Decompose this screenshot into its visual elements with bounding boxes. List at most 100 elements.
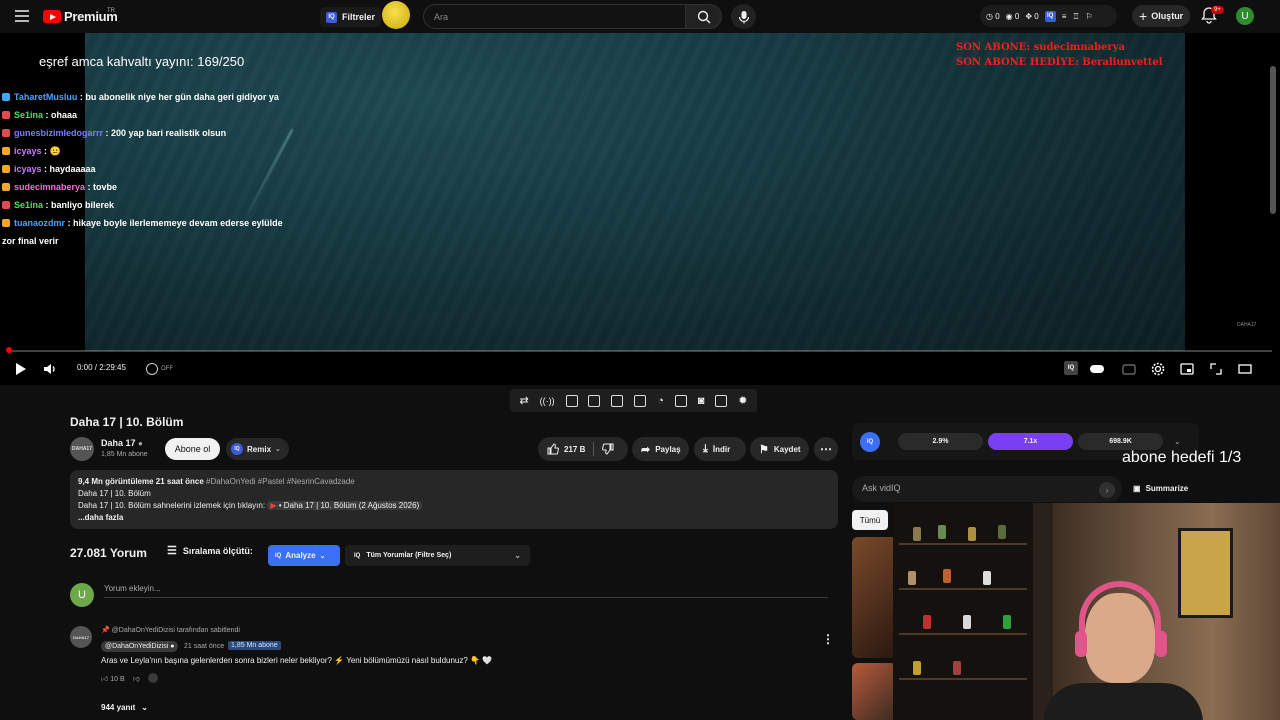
comment-menu-icon[interactable]: ⋮	[822, 632, 834, 646]
video-player[interactable]: eşref amca kahvaltı yayını: 169/250 SON …	[0, 33, 1280, 385]
cinema-icon[interactable]	[565, 394, 578, 407]
my-avatar: U	[70, 583, 94, 607]
description-box[interactable]: 9,4 Mn görüntüleme 21 saat önce #DahaOnY…	[70, 470, 838, 529]
settings-icon[interactable]: ✹	[738, 394, 747, 407]
chat-username: tuanaozdmr	[14, 218, 66, 228]
vidiq-player-button[interactable]: IQ	[1064, 361, 1080, 377]
toggle-icon	[1090, 365, 1104, 373]
chat-message: Se1ina : banliyo bilerek	[2, 196, 292, 214]
vidiq-stats[interactable]: ◷ 0 ◉ 0 ✥ 0 IQ ≡ ♖ ⚐	[980, 5, 1117, 27]
download-button[interactable]: ⤓ İndir	[694, 437, 746, 461]
search-input[interactable]: Ara	[423, 4, 686, 29]
vidiq-icon: IQ	[275, 552, 282, 559]
pin-icon: 📌	[101, 627, 110, 634]
add-comment-input[interactable]: Yorum ekleyin...	[104, 584, 828, 598]
sort-icon: ☰	[167, 545, 177, 557]
description-link-chip[interactable]: ▶ • Daha 17 | 10. Bölüm (2 Ağustos 2026)	[267, 501, 423, 510]
remix-button[interactable]: IQ Remix ⌄	[226, 438, 289, 460]
loop-icon[interactable]: ⇄	[519, 394, 528, 407]
expand-icon	[1210, 363, 1222, 375]
speed-icon[interactable]: ◔	[657, 395, 664, 407]
chat-text: banliyo bilerek	[51, 200, 115, 210]
create-button[interactable]: + Oluştur	[1132, 5, 1190, 27]
sort-button[interactable]: ☰ Sıralama ölçütü:	[167, 544, 253, 557]
comment-like-button[interactable]: 👍︎ 10 B	[101, 674, 125, 683]
fullscreen-button[interactable]	[1237, 361, 1253, 377]
more-icon: ⋯	[820, 442, 832, 456]
voice-search-button[interactable]	[731, 4, 756, 29]
channel-watermark: DAHA17	[1237, 322, 1257, 328]
metric-pill[interactable]: 2.9%	[898, 433, 983, 450]
share-icon: ➦	[641, 443, 651, 456]
chevron-down-icon: ⌄	[275, 446, 281, 453]
description-line1: Daha 17 | 10. Bölüm	[78, 489, 151, 498]
vidiq-icon: IQ	[1044, 10, 1056, 22]
replies-toggle[interactable]: 944 yanıt ⌄	[101, 703, 148, 712]
volume-button[interactable]	[42, 361, 58, 377]
comment-author-avatar[interactable]: DAHA17	[70, 626, 92, 648]
keyboard-icon[interactable]	[715, 394, 728, 407]
progress-handle[interactable]	[6, 347, 12, 353]
add-icon[interactable]	[674, 394, 687, 407]
resize-icon[interactable]	[611, 394, 624, 407]
send-arrow-icon[interactable]: ›	[1099, 482, 1115, 498]
menu-icon[interactable]	[12, 6, 32, 26]
subtitles-button[interactable]	[1121, 361, 1137, 377]
chip-all[interactable]: Tümü	[852, 510, 888, 530]
metric-pill[interactable]: 698.9K	[1078, 433, 1163, 450]
captions-icon	[1122, 364, 1136, 375]
vidiq-icon: IQ	[1064, 361, 1078, 375]
progress-bar[interactable]	[8, 350, 1272, 352]
autoplay-toggle[interactable]: OFF	[146, 361, 182, 377]
save-button[interactable]: ⚑ Kaydet	[750, 437, 809, 461]
play-button[interactable]	[12, 361, 28, 377]
description-line2: Daha 17 | 10. Bölüm sahnelerini izlemek …	[78, 500, 830, 512]
chat-badge-icon	[2, 183, 10, 191]
subscriber-alert: SON ABONE: sudecimnaberya SON ABONE HEDİ…	[956, 40, 1163, 70]
comment-dislike-button[interactable]: 👎︎	[133, 674, 140, 683]
search-button[interactable]	[685, 4, 722, 29]
theater-button[interactable]	[1208, 361, 1224, 377]
dislike-button[interactable]	[602, 443, 614, 455]
recommended-thumbnail[interactable]	[852, 537, 897, 658]
channel-avatar[interactable]: DAHA17	[70, 437, 94, 461]
comment-reaction-icon[interactable]	[147, 673, 158, 683]
theater-mode-icon[interactable]	[634, 394, 647, 407]
comment-filter-select[interactable]: IQ Tüm Yorumlar (Filtre Seç) ⌄	[345, 545, 530, 566]
filters-button[interactable]: IQ Filtreler	[320, 7, 382, 27]
description-tags[interactable]: #DahaOnYedi #Pastel #NesrinCavadzade	[206, 477, 355, 486]
miniplayer-button[interactable]	[1179, 361, 1195, 377]
avatar[interactable]: U	[1236, 7, 1254, 25]
analyze-button[interactable]: IQ Analyze ⌄	[268, 545, 340, 566]
chat-badge-icon	[2, 219, 10, 227]
comment-author[interactable]: @DahaOnYediDizisi ●	[101, 641, 179, 652]
channel-name[interactable]: Daha 17 ●	[101, 438, 143, 448]
share-button[interactable]: ➦ Paylaş	[632, 437, 689, 461]
chat-text: bu abonelik niye her gün daha geri gidiy…	[85, 92, 279, 102]
gear-icon	[1151, 362, 1165, 376]
show-more-link[interactable]: ...daha fazla	[78, 512, 830, 524]
comment-text: Aras ve Leyla'nın başına gelenlerden son…	[101, 656, 493, 665]
metric-pill[interactable]: 7.1x	[988, 433, 1073, 450]
logo-region: TR	[107, 8, 115, 14]
chat-badge-icon	[2, 111, 10, 119]
clapper-icon[interactable]	[588, 394, 601, 407]
camera-icon[interactable]: ◙	[698, 395, 705, 407]
verified-icon: ●	[138, 439, 143, 448]
audio-icon[interactable]: ((·))	[540, 396, 555, 406]
ask-vidiq-input[interactable]: Ask vidIQ	[852, 476, 1122, 502]
chat-message: Se1ina : ohaaa	[2, 106, 292, 124]
page-scrollbar[interactable]	[1270, 66, 1276, 214]
settings-button[interactable]	[1150, 361, 1166, 377]
subscribe-button[interactable]: Abone ol	[165, 438, 220, 460]
vidiq-icon: IQ	[326, 11, 337, 23]
more-actions-button[interactable]: ⋯	[814, 437, 838, 461]
summarize-button[interactable]: ▣ Summarize	[1133, 484, 1188, 493]
chevron-down-icon[interactable]: ⌄	[1174, 437, 1181, 446]
like-button[interactable]: 217 B	[547, 443, 585, 455]
autoplay-switch[interactable]	[1090, 361, 1106, 377]
vidiq-icon[interactable]: IQ	[860, 431, 880, 452]
recommended-thumbnail[interactable]	[852, 663, 897, 720]
chat-badge-icon	[2, 93, 10, 101]
comment-time: 21 saat önce	[184, 643, 225, 650]
